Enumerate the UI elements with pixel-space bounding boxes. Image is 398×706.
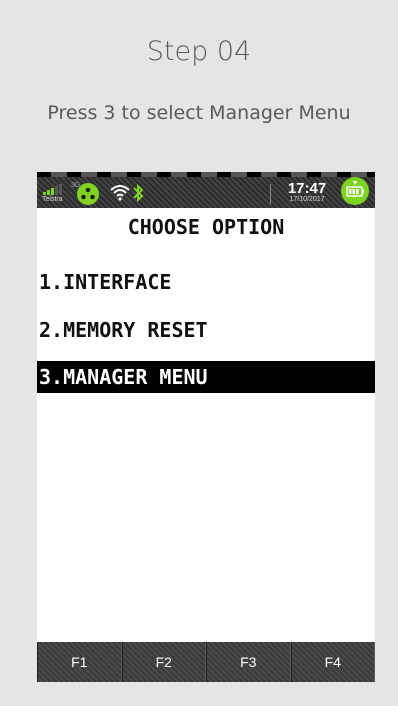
status-bar: Telstra 3G 17:47 17/10/2017 [37, 172, 375, 208]
status-divider [270, 184, 271, 204]
instruction-card: Step 04 Press 3 to select Manager Menu T… [0, 0, 398, 706]
sim-icon [77, 183, 99, 205]
menu-title: CHOOSE OPTION [127, 215, 285, 239]
step-description: Press 3 to select Manager Menu [47, 102, 351, 124]
clock-time: 17:47 [287, 180, 327, 197]
status-bar-stripe [37, 172, 375, 177]
f4-key[interactable]: F4 [290, 642, 375, 682]
clock-date: 17/10/2017 [289, 196, 325, 203]
f3-key[interactable]: F3 [206, 642, 291, 682]
bluetooth-icon [133, 183, 144, 203]
terminal-screen: Telstra 3G 17:47 17/10/2017 CHOOSE OPTIO… [37, 172, 375, 682]
f1-key[interactable]: F1 [37, 642, 122, 682]
f2-key[interactable]: F2 [121, 642, 206, 682]
battery-icon [341, 177, 369, 205]
step-title: Step 04 [146, 36, 252, 67]
menu-item-interface[interactable]: 1.INTERFACE [37, 266, 375, 298]
signal-icon [43, 183, 65, 195]
function-key-bar: F1 F2 F3 F4 [37, 642, 375, 682]
wifi-icon [110, 185, 130, 201]
carrier-label: Telstra [42, 196, 63, 203]
menu-item-manager-menu[interactable]: 3.MANAGER MENU [37, 361, 375, 393]
menu-item-memory-reset[interactable]: 2.MEMORY RESET [37, 314, 375, 346]
